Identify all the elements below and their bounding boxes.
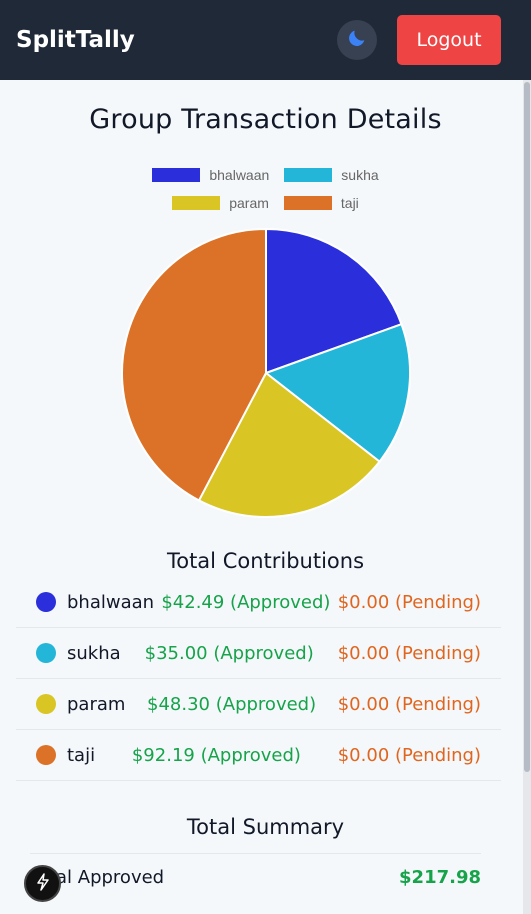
list-item: sukha $35.00 (Approved) $0.00 (Pending) (16, 628, 501, 679)
pie-chart-container (0, 227, 531, 519)
lightning-icon (35, 872, 51, 895)
pending-amount: $0.00 (Pending) (337, 693, 481, 715)
legend-swatch (283, 196, 332, 210)
summary-title: Total Summary (186, 815, 345, 839)
color-dot (36, 592, 56, 612)
theme-toggle-button[interactable] (337, 20, 377, 60)
navbar: SplitTally Logout (0, 0, 531, 80)
list-item: bhalwaan $42.49 (Approved) $0.00 (Pendin… (16, 577, 501, 628)
member-name: taji (67, 744, 96, 766)
list-item: param $48.30 (Approved) $0.00 (Pending) (16, 679, 501, 730)
pending-amount: $0.00 (Pending) (337, 744, 481, 766)
approved-amount: $35.00 (Approved) (144, 642, 314, 664)
summary-value: $217.98 (399, 867, 481, 888)
legend-item-taji[interactable]: taji (283, 195, 359, 211)
approved-amount: $42.49 (Approved) (161, 591, 331, 613)
legend-label: taji (340, 195, 359, 211)
summary-label: Total Approved (30, 867, 165, 888)
pie-chart (120, 227, 411, 518)
legend-swatch (172, 196, 221, 210)
member-name: bhalwaan (67, 591, 155, 613)
list-item: taji $92.19 (Approved) $0.00 (Pending) (16, 730, 501, 781)
color-dot (36, 745, 56, 765)
page-title: Group Transaction Details (89, 104, 442, 135)
member-name: param (67, 693, 126, 715)
contributions-list: bhalwaan $42.49 (Approved) $0.00 (Pendin… (16, 577, 501, 781)
color-dot (36, 643, 56, 663)
legend-label: sukha (341, 167, 379, 183)
legend-label: param (229, 195, 269, 211)
dev-tools-button[interactable] (24, 865, 61, 902)
logout-button[interactable]: Logout (397, 15, 501, 65)
legend-swatch (152, 168, 201, 182)
approved-amount: $92.19 (Approved) (131, 744, 301, 766)
brand-logo[interactable]: SplitTally (16, 27, 135, 53)
pending-amount: $0.00 (Pending) (337, 642, 481, 664)
legend-item-sukha[interactable]: sukha (284, 167, 379, 183)
chart-legend: bhalwaan sukha param taji (0, 161, 531, 217)
legend-label: bhalwaan (209, 167, 270, 183)
color-dot (36, 694, 56, 714)
contributions-title: Total Contributions (166, 549, 365, 573)
member-name: sukha (67, 642, 121, 664)
summary-approved-row: Total Approved $217.98 (30, 853, 481, 901)
legend-item-param[interactable]: param (172, 195, 269, 211)
scrollbar-thumb[interactable] (524, 82, 530, 772)
legend-swatch (284, 168, 333, 182)
legend-item-bhalwaan[interactable]: bhalwaan (152, 167, 269, 183)
pending-amount: $0.00 (Pending) (337, 591, 481, 613)
approved-amount: $48.30 (Approved) (147, 693, 317, 715)
moon-icon (346, 27, 368, 53)
